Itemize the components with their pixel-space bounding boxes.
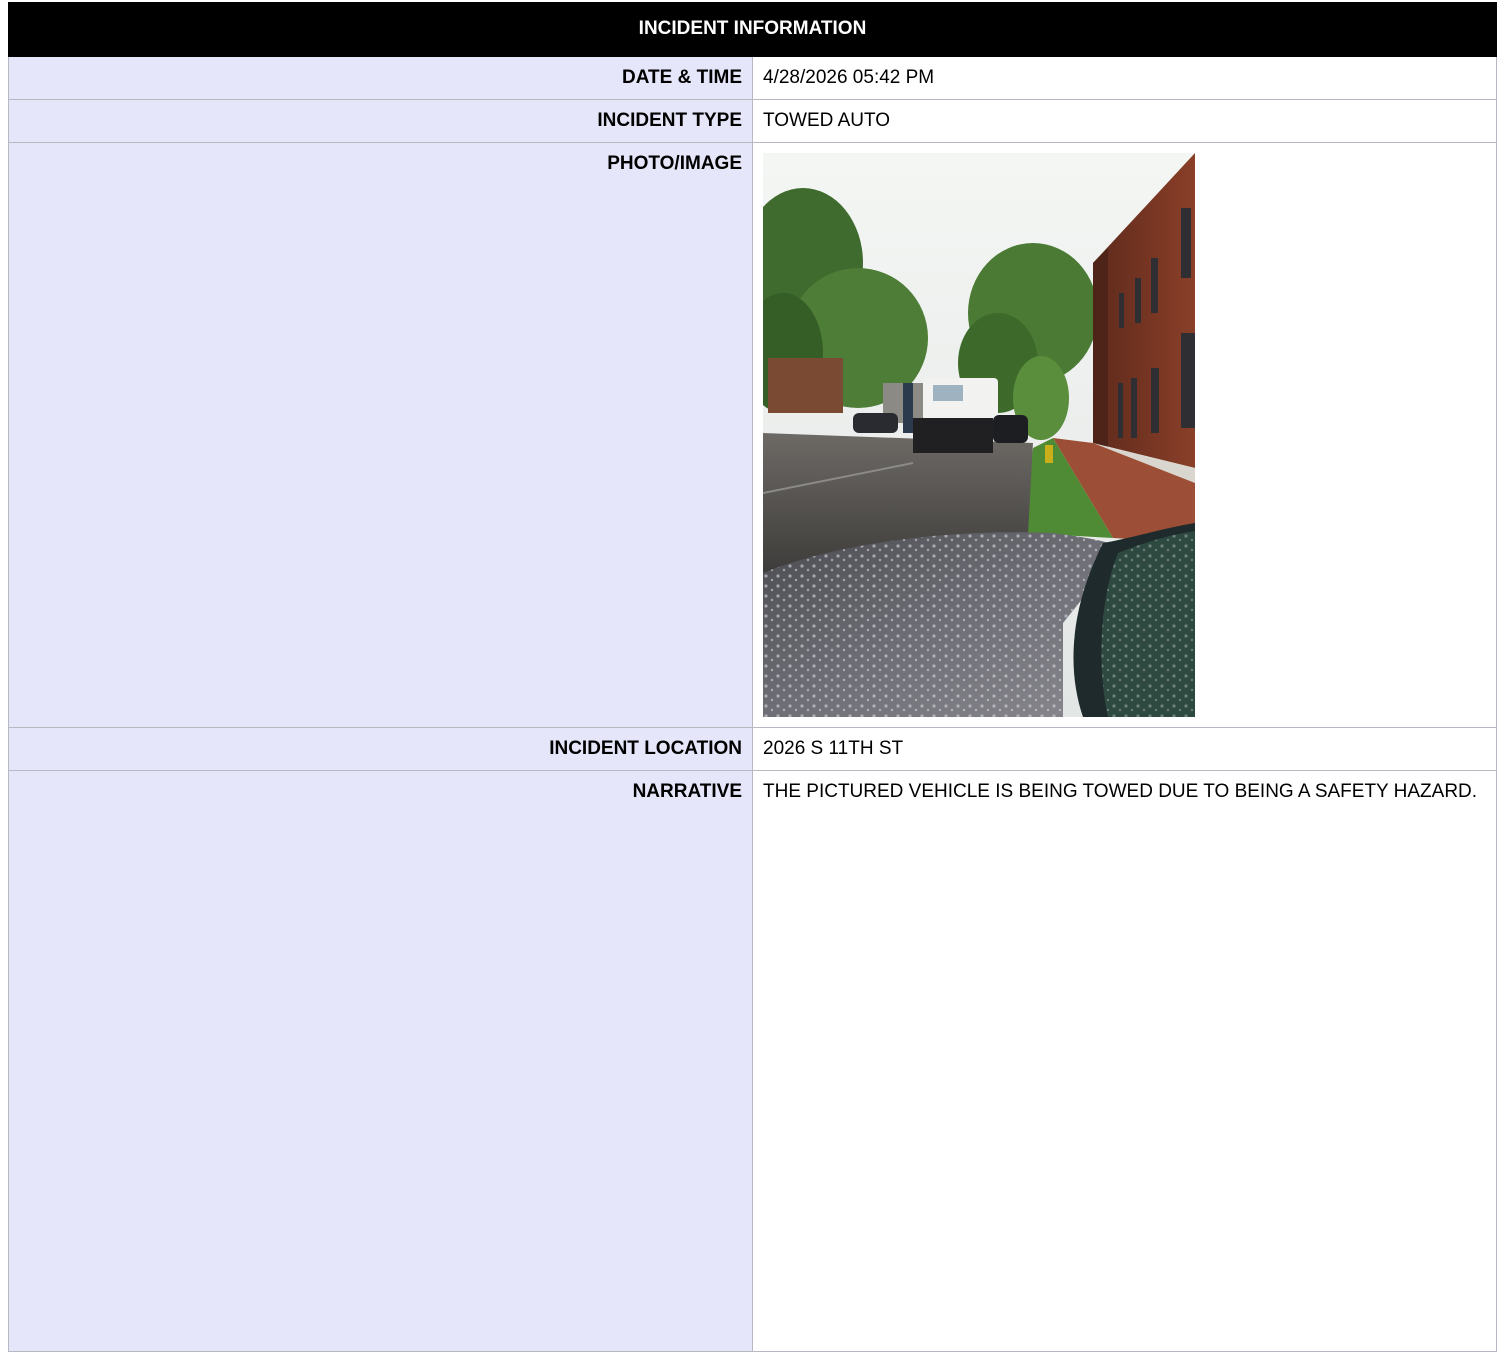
location-row: INCIDENT LOCATION 2026 S 11TH ST	[8, 727, 1497, 771]
date-time-value: 4/28/2026 05:42 PM	[752, 56, 1497, 100]
location-label: INCIDENT LOCATION	[8, 727, 753, 771]
photo-label: PHOTO/IMAGE	[8, 142, 753, 728]
date-time-row: DATE & TIME 4/28/2026 05:42 PM	[8, 56, 1497, 100]
date-time-label: DATE & TIME	[8, 56, 753, 100]
incident-type-label: INCIDENT TYPE	[8, 99, 753, 143]
narrative-label: NARRATIVE	[8, 770, 753, 1352]
incident-photo[interactable]	[763, 153, 1195, 717]
incident-report-table: INCIDENT INFORMATION DATE & TIME 4/28/20…	[8, 2, 1497, 1352]
narrative-value: THE PICTURED VEHICLE IS BEING TOWED DUE …	[752, 770, 1497, 1352]
photo-row: PHOTO/IMAGE	[8, 142, 1497, 728]
narrative-row: NARRATIVE THE PICTURED VEHICLE IS BEING …	[8, 770, 1497, 1352]
report-title: INCIDENT INFORMATION	[8, 2, 1497, 57]
incident-type-value: TOWED AUTO	[752, 99, 1497, 143]
location-value: 2026 S 11TH ST	[752, 727, 1497, 771]
incident-type-row: INCIDENT TYPE TOWED AUTO	[8, 99, 1497, 143]
photo-cell	[752, 142, 1497, 728]
